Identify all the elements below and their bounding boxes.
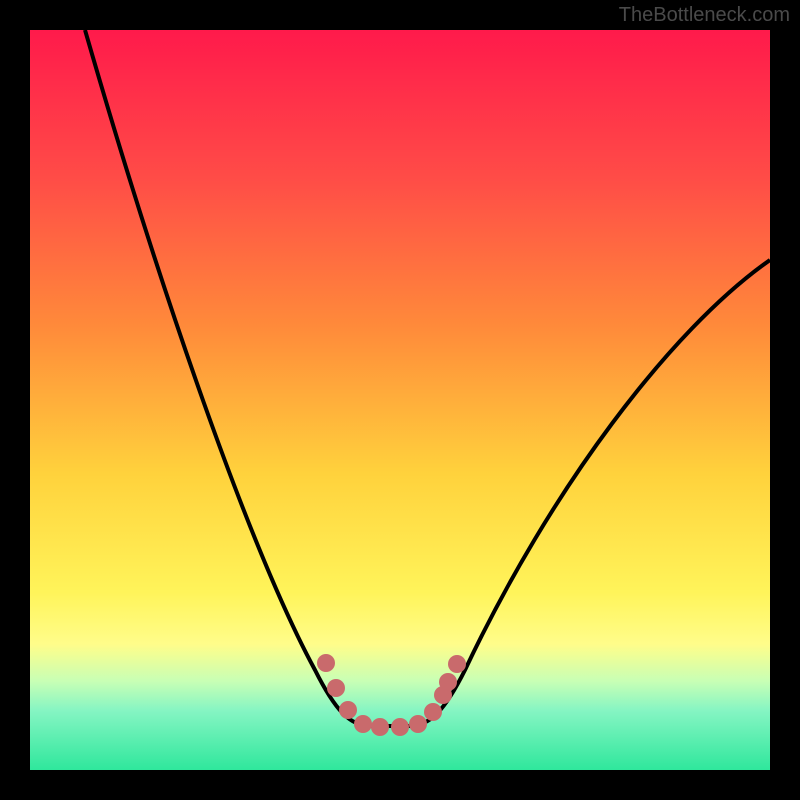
watermark: TheBottleneck.com [619,4,790,27]
curve-layer [30,30,770,770]
chart-frame: TheBottleneck.com [0,0,800,800]
bottleneck-curve [85,30,770,726]
curve-markers [317,654,466,736]
bottleneck-plot [30,30,770,770]
